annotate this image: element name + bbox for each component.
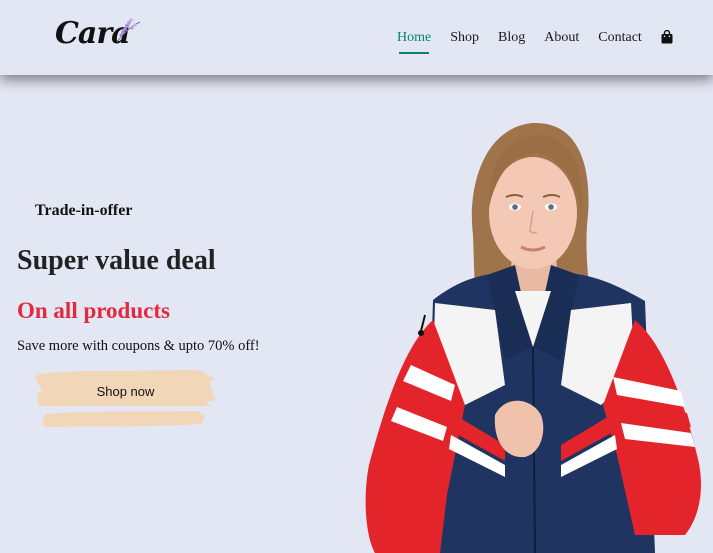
brand-logo[interactable]: Cara [55,16,145,58]
site-header: Cara Home Shop Blog About Contact [0,0,713,75]
nav-about-link[interactable]: About [544,30,579,46]
main-nav: Home Shop Blog About Contact [397,29,673,54]
lavender-sprig-icon [116,18,141,43]
nav-contact-link[interactable]: Contact [598,30,642,46]
hero-model-image [365,122,701,553]
shop-now-label: Shop now [96,384,155,399]
hero-headline: Super value deal [17,245,216,276]
nav-home-link[interactable]: Home [397,30,431,54]
shopping-bag-icon[interactable] [661,29,673,44]
hero-eyebrow: Trade-in-offer [35,202,133,219]
hero-subheadline: On all products [17,298,170,323]
nav-blog-link[interactable]: Blog [498,30,525,46]
nav-shop-link[interactable]: Shop [450,30,479,46]
hero-description: Save more with coupons & upto 70% off! [17,338,260,354]
shop-now-button[interactable]: Shop now [33,366,221,428]
